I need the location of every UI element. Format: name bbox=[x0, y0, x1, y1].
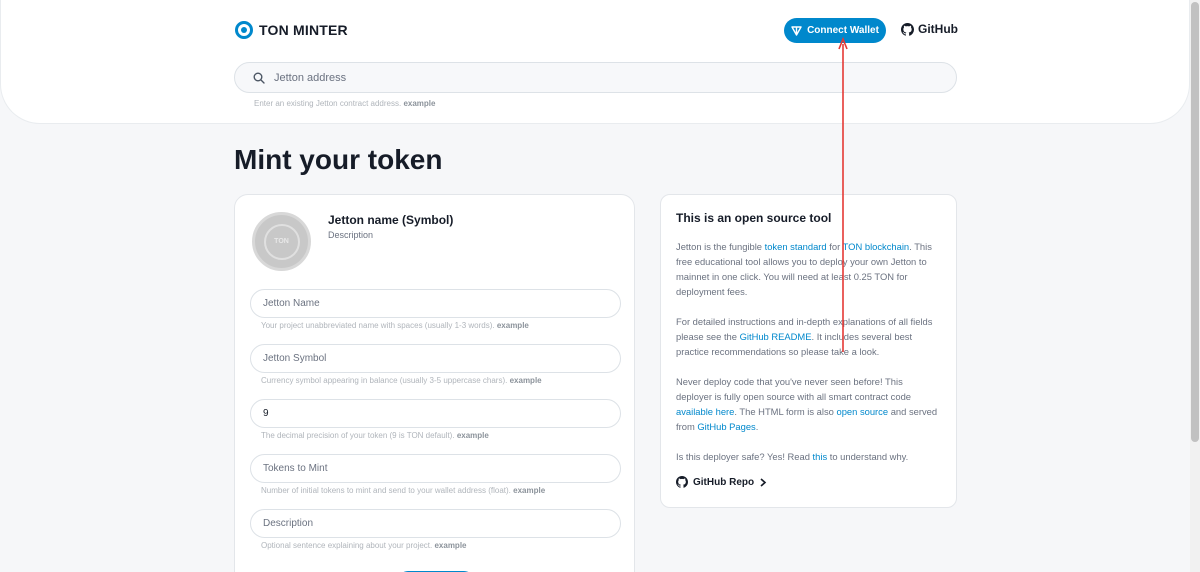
info-p4-text-b: to understand why. bbox=[827, 451, 909, 462]
github-repo-link[interactable]: GitHub Repo bbox=[676, 476, 941, 488]
description-example[interactable]: example bbox=[434, 541, 466, 550]
search-icon bbox=[253, 72, 265, 84]
logo[interactable]: TON MINTER bbox=[235, 21, 348, 39]
info-p3-text-a: Never deploy code that you've never seen… bbox=[676, 376, 912, 402]
info-paragraph-3: Never deploy code that you've never seen… bbox=[676, 374, 941, 434]
search-example-link[interactable]: example bbox=[403, 99, 435, 108]
description-field[interactable] bbox=[250, 509, 621, 538]
available-here-link[interactable]: available here bbox=[676, 406, 734, 417]
jetton-address-search[interactable] bbox=[234, 62, 957, 93]
jetton-name-hint-text: Your project unabbreviated name with spa… bbox=[261, 321, 495, 330]
github-icon bbox=[901, 22, 914, 36]
github-icon bbox=[676, 476, 688, 488]
jetton-symbol-field[interactable] bbox=[250, 344, 621, 373]
description-hint: Optional sentence explaining about your … bbox=[261, 541, 467, 550]
chevron-right-icon bbox=[760, 477, 767, 487]
decimals-hint: The decimal precision of your token (9 i… bbox=[261, 431, 489, 440]
jetton-symbol-hint: Currency symbol appearing in balance (us… bbox=[261, 376, 542, 385]
github-repo-label: GitHub Repo bbox=[693, 476, 755, 488]
info-paragraph-1: Jetton is the fungible token standard fo… bbox=[676, 239, 941, 299]
jetton-symbol-input[interactable] bbox=[263, 353, 603, 364]
ton-logo-icon bbox=[235, 21, 253, 39]
info-p1-text-a: Jetton is the fungible bbox=[676, 241, 765, 252]
jetton-preview-title: Jetton name (Symbol) bbox=[328, 213, 454, 227]
page-scrollbar[interactable] bbox=[1190, 0, 1200, 572]
tokens-to-mint-field[interactable] bbox=[250, 454, 621, 483]
tokens-to-mint-hint-text: Number of initial tokens to mint and sen… bbox=[261, 486, 511, 495]
tokens-to-mint-input[interactable] bbox=[263, 463, 603, 474]
jetton-name-input[interactable] bbox=[263, 298, 603, 309]
tokens-to-mint-hint: Number of initial tokens to mint and sen… bbox=[261, 486, 545, 495]
connect-wallet-label: Connect Wallet bbox=[807, 25, 879, 36]
page-title: Mint your token bbox=[234, 144, 443, 175]
search-hint-text: Enter an existing Jetton contract addres… bbox=[254, 99, 402, 108]
decimals-field[interactable] bbox=[250, 399, 621, 428]
info-paragraph-4: Is this deployer safe? Yes! Read this to… bbox=[676, 449, 941, 464]
token-avatar-icon: TON bbox=[263, 223, 300, 260]
jetton-symbol-hint-text: Currency symbol appearing in balance (us… bbox=[261, 376, 508, 385]
info-p1-text-b: for bbox=[826, 241, 843, 252]
decimals-example[interactable]: example bbox=[457, 431, 489, 440]
search-hint: Enter an existing Jetton contract addres… bbox=[254, 99, 435, 108]
github-label: GitHub bbox=[918, 22, 958, 36]
description-hint-text: Optional sentence explaining about your … bbox=[261, 541, 433, 550]
info-p3-text-d: . bbox=[755, 421, 759, 432]
info-p4-text-a: Is this deployer safe? Yes! Read bbox=[676, 451, 813, 462]
ton-blockchain-link[interactable]: TON blockchain bbox=[843, 241, 910, 252]
search-input[interactable] bbox=[274, 71, 914, 84]
decimals-input[interactable] bbox=[263, 408, 603, 419]
token-avatar[interactable]: TON bbox=[252, 212, 311, 271]
jetton-symbol-example[interactable]: example bbox=[510, 376, 542, 385]
open-source-link[interactable]: open source bbox=[836, 406, 888, 417]
info-p3-text-b: . The HTML form is also bbox=[734, 406, 837, 417]
scrollbar-thumb[interactable] bbox=[1191, 2, 1199, 442]
jetton-name-hint: Your project unabbreviated name with spa… bbox=[261, 321, 529, 330]
github-pages-link[interactable]: GitHub Pages bbox=[697, 421, 755, 432]
description-input[interactable] bbox=[263, 518, 603, 529]
mint-form-card: TON Jetton name (Symbol) Description You… bbox=[234, 194, 635, 572]
jetton-preview-description: Description bbox=[328, 230, 374, 240]
github-readme-link[interactable]: GitHub README bbox=[740, 331, 812, 342]
info-card: This is an open source tool Jetton is th… bbox=[660, 194, 957, 508]
tokens-to-mint-example[interactable]: example bbox=[513, 486, 545, 495]
decimals-hint-text: The decimal precision of your token (9 i… bbox=[261, 431, 455, 440]
ton-diamond-icon bbox=[791, 25, 802, 36]
jetton-name-example[interactable]: example bbox=[497, 321, 529, 330]
github-header-link[interactable]: GitHub bbox=[901, 22, 958, 36]
logo-text: TON MINTER bbox=[259, 22, 348, 38]
connect-wallet-button[interactable]: Connect Wallet bbox=[784, 18, 886, 43]
this-link[interactable]: this bbox=[813, 451, 828, 462]
jetton-name-field[interactable] bbox=[250, 289, 621, 318]
info-paragraph-2: For detailed instructions and in-depth e… bbox=[676, 314, 941, 359]
info-title: This is an open source tool bbox=[676, 211, 832, 225]
token-standard-link[interactable]: token standard bbox=[765, 241, 827, 252]
